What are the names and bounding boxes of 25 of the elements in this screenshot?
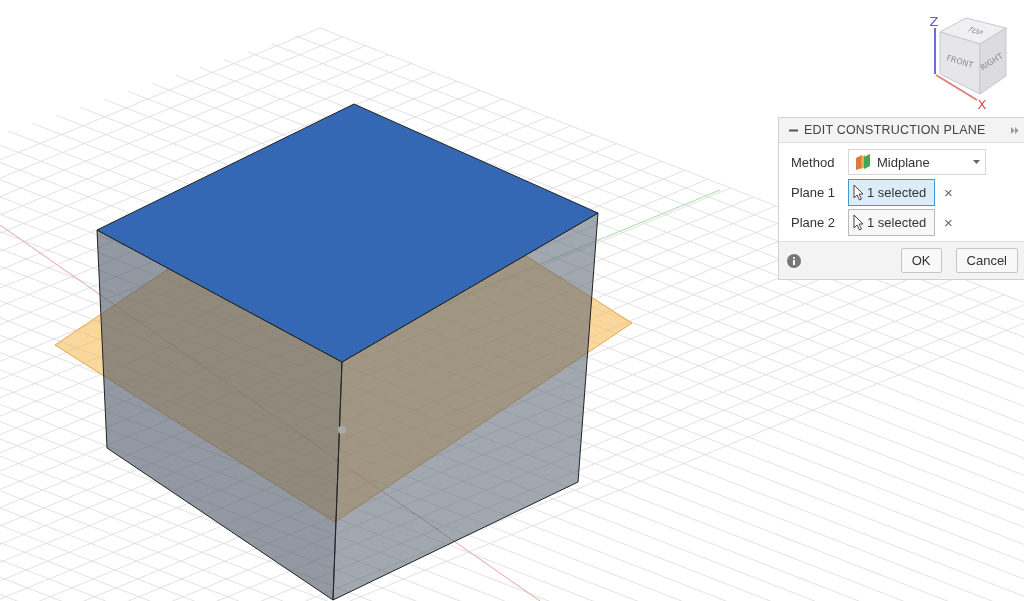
cursor-icon <box>853 213 864 231</box>
front-face-label: FRONT <box>945 53 975 70</box>
selection-button[interactable]: 1 selected <box>848 178 935 206</box>
collapse-icon[interactable] <box>789 128 798 132</box>
info-icon[interactable] <box>787 253 801 268</box>
clear-button[interactable]: × <box>944 183 953 201</box>
selection-button[interactable]: 1 selected <box>848 208 935 236</box>
field-label: Method <box>791 154 836 170</box>
x-axis-line <box>935 74 978 101</box>
z-axis-line <box>934 27 936 75</box>
view-cube-drawing[interactable] <box>939 17 1007 95</box>
field-label: Plane 2 <box>791 214 837 230</box>
caret-icon <box>973 160 980 164</box>
expand-icon[interactable] <box>1011 126 1019 134</box>
midplane-icon <box>854 153 872 171</box>
cursor-icon <box>853 183 864 201</box>
method-dropdown[interactable]: Midplane <box>848 149 986 175</box>
cancel-button[interactable]: Cancel <box>955 248 1018 273</box>
z-axis-label: Z <box>929 14 939 29</box>
top-face-label: TOP <box>964 25 986 37</box>
x-axis-label: X <box>977 97 987 112</box>
ok-button[interactable]: OK <box>900 248 942 273</box>
panel-title: EDIT CONSTRUCTION PLANE <box>804 123 987 137</box>
field-label: Plane 1 <box>791 184 837 200</box>
clear-button[interactable]: × <box>944 213 953 231</box>
